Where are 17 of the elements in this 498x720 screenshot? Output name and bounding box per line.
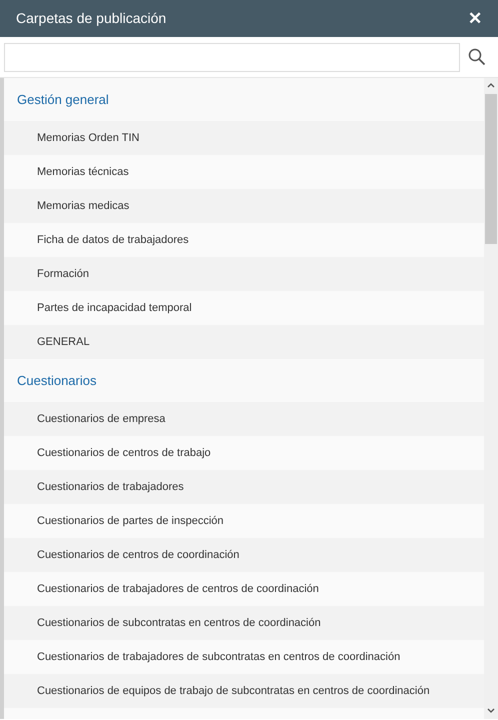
folder-item[interactable]: Cuestionarios de equipos de trabajo de subcontratas en centros de coordinación <box>4 674 484 708</box>
search-field[interactable] <box>4 42 460 72</box>
close-button[interactable]: ✕ <box>468 10 482 27</box>
folder-item[interactable]: Cuestionarios de empresa <box>4 402 484 436</box>
folder-item[interactable]: Cuestionarios de subcontratas en centros de coordinación <box>4 606 484 640</box>
folder-item[interactable]: Memorias Orden TIN <box>4 121 484 155</box>
folder-item[interactable]: Cuestionarios de trabajadores <box>4 470 484 504</box>
scroll-up-icon[interactable] <box>487 82 495 88</box>
scrollbar[interactable] <box>484 78 498 719</box>
scroll-down-icon[interactable] <box>487 708 495 714</box>
folder-item[interactable]: GENERAL <box>4 325 484 359</box>
folder-item[interactable]: Cuestionarios de centros de coordinación <box>4 538 484 572</box>
folder-item[interactable]: Memorias medicas <box>4 189 484 223</box>
search-icon[interactable] <box>468 48 486 66</box>
scroll-thumb[interactable] <box>485 94 497 244</box>
window-title: Carpetas de publicación <box>16 9 166 28</box>
folder-item[interactable]: Formación <box>4 257 484 291</box>
